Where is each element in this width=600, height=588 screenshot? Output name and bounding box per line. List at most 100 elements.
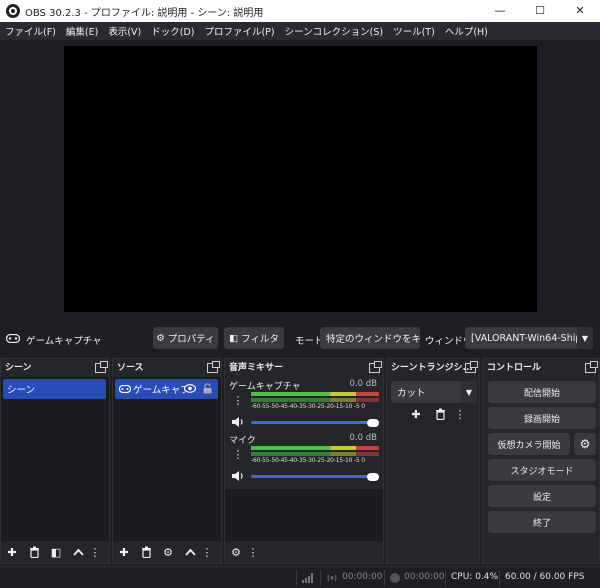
menu-view[interactable]: 表示(V) bbox=[103, 24, 146, 38]
start-virtual-camera-button[interactable]: 仮想カメラ開始 bbox=[488, 433, 570, 455]
menu-file[interactable]: ファイル(F) bbox=[0, 24, 61, 38]
transition-more-button[interactable]: ⋮ bbox=[455, 405, 466, 423]
recording-status-icon bbox=[390, 573, 400, 583]
menu-profile[interactable]: プロファイル(P) bbox=[199, 24, 279, 38]
add-source-button[interactable]: ✚ bbox=[115, 543, 133, 561]
gamepad-icon bbox=[6, 334, 20, 343]
preview-canvas[interactable] bbox=[64, 46, 537, 312]
window-title: OBS 30.2.3 - プロファイル: 説明用 - シーン: 説明用 bbox=[25, 8, 264, 19]
sources-toolbar: ✚ ⚙ ⋮ bbox=[113, 541, 221, 563]
close-button[interactable]: ✕ bbox=[560, 0, 600, 22]
settings-button[interactable]: 設定 bbox=[488, 485, 596, 507]
remove-scene-button[interactable] bbox=[25, 543, 43, 561]
menu-edit[interactable]: 編集(E) bbox=[61, 24, 103, 38]
scene-list: シーン bbox=[1, 377, 109, 541]
popout-icon[interactable] bbox=[369, 361, 382, 373]
window-select[interactable]: [VALORANT-Win64-Ship ▼ bbox=[465, 327, 593, 349]
sources-dock: ソース ゲームキャプチャ ✚ ⚙ ⋮ bbox=[112, 358, 222, 564]
gamepad-icon bbox=[119, 385, 131, 393]
scene-transitions-dock: シーントランジシ... カット ▼ ✚ ⋮ bbox=[386, 358, 480, 564]
menu-scene-collection[interactable]: シーンコレクション(S) bbox=[280, 24, 388, 38]
volume-slider-track[interactable] bbox=[251, 475, 377, 478]
virtual-camera-settings-button[interactable]: ⚙ bbox=[574, 433, 596, 455]
controls-dock: コントロール 配信開始 録画開始 仮想カメラ開始 ⚙ スタジオモード 設定 終了 bbox=[482, 358, 600, 564]
source-properties-button[interactable]: ⚙ bbox=[159, 543, 177, 561]
source-more-button[interactable]: ⋮ bbox=[202, 543, 213, 561]
add-scene-button[interactable]: ✚ bbox=[3, 543, 21, 561]
minimize-button[interactable]: — bbox=[480, 0, 520, 22]
mixer-channel-db: 0.0 dB bbox=[349, 379, 377, 389]
cpu-usage: CPU: 0.4% bbox=[451, 572, 499, 582]
popout-icon[interactable] bbox=[465, 361, 478, 373]
add-transition-button[interactable]: ✚ bbox=[407, 405, 425, 423]
chevron-down-icon: ▼ bbox=[577, 327, 593, 349]
remove-transition-button[interactable] bbox=[431, 405, 449, 423]
trash-icon bbox=[29, 546, 39, 558]
scenes-toolbar: ✚ ◧ ⋮ bbox=[1, 541, 109, 563]
obs-window: OBS 30.2.3 - プロファイル: 説明用 - シーン: 説明用 — ☐ … bbox=[0, 0, 600, 588]
source-item-label: ゲームキャプチャ bbox=[133, 385, 185, 396]
more-vertical-icon[interactable]: ⋮ bbox=[231, 393, 245, 407]
fps-readout: 60.00 / 60.00 FPS bbox=[505, 572, 585, 582]
volume-slider-track[interactable] bbox=[251, 421, 377, 424]
mixer-channel: マイク 0.0 dB ⋮ -60-55-50-45-40-35-30-25-20… bbox=[227, 433, 381, 487]
remove-source-button[interactable] bbox=[137, 543, 155, 561]
filter-icon: ◧ bbox=[50, 545, 62, 559]
transitions-header: シーントランジシ... bbox=[387, 359, 479, 377]
properties-button[interactable]: ⚙ プロパティ bbox=[153, 327, 218, 349]
audio-mixer-dock: 音声ミキサー ゲームキャプチャ 0.0 dB ⋮ -60-55-50-45-40… bbox=[224, 358, 384, 564]
move-scene-up-button[interactable] bbox=[69, 543, 87, 561]
menu-bar: ファイル(F) 編集(E) 表示(V) ドック(D) プロファイル(P) シーン… bbox=[0, 22, 600, 40]
mixer-more-button[interactable]: ⋮ bbox=[247, 543, 259, 561]
move-source-up-button[interactable] bbox=[181, 543, 199, 561]
status-bar: 00:00:00 00:00:00 CPU: 0.4% 60.00 / 60.0… bbox=[0, 566, 600, 588]
filters-button[interactable]: ◧ フィルタ bbox=[224, 327, 284, 349]
speaker-icon[interactable] bbox=[231, 416, 245, 428]
advanced-audio-button[interactable]: ⚙ bbox=[227, 543, 245, 561]
popout-icon[interactable] bbox=[95, 361, 108, 373]
popout-icon[interactable] bbox=[585, 361, 598, 373]
scene-filters-button[interactable]: ◧ bbox=[47, 543, 65, 561]
title-bar: OBS 30.2.3 - プロファイル: 説明用 - シーン: 説明用 — ☐ … bbox=[0, 0, 600, 22]
volume-meter bbox=[251, 446, 379, 450]
studio-mode-button[interactable]: スタジオモード bbox=[488, 459, 596, 481]
maximize-button[interactable]: ☐ bbox=[520, 0, 560, 22]
mixer-channel-db: 0.0 dB bbox=[349, 433, 377, 443]
lock-icon[interactable] bbox=[203, 383, 212, 394]
scene-item[interactable]: シーン bbox=[3, 379, 106, 399]
start-streaming-button[interactable]: 配信開始 bbox=[488, 381, 596, 403]
transition-select[interactable]: カット ▼ bbox=[391, 381, 477, 403]
chevron-up-icon bbox=[72, 548, 84, 556]
volume-meter bbox=[251, 398, 379, 402]
more-vertical-icon[interactable]: ⋮ bbox=[231, 447, 245, 461]
menu-docks[interactable]: ドック(D) bbox=[146, 24, 199, 38]
status-divider bbox=[384, 570, 385, 586]
streaming-status-icon bbox=[327, 574, 337, 582]
stream-time: 00:00:00 bbox=[342, 572, 383, 582]
menu-tools[interactable]: ツール(T) bbox=[388, 24, 440, 38]
volume-slider-handle[interactable] bbox=[367, 418, 379, 427]
meter-ticks: -60-55-50-45-40-35-30-25-20-15-10 -5 0 bbox=[251, 457, 365, 464]
volume-slider-handle[interactable] bbox=[367, 472, 379, 481]
plus-icon: ✚ bbox=[411, 407, 421, 421]
chevron-up-icon bbox=[184, 548, 196, 556]
controls-body: 配信開始 録画開始 仮想カメラ開始 ⚙ スタジオモード 設定 終了 bbox=[483, 377, 599, 563]
mixer-channel-name: ゲームキャプチャ bbox=[229, 382, 301, 392]
status-divider bbox=[445, 570, 446, 586]
more-vertical-icon: ⋮ bbox=[247, 545, 259, 559]
mixer-channels: ゲームキャプチャ 0.0 dB ⋮ -60-55-50-45-40-35-30-… bbox=[225, 377, 383, 541]
start-recording-button[interactable]: 録画開始 bbox=[488, 407, 596, 429]
exit-button[interactable]: 終了 bbox=[488, 511, 596, 533]
source-list: ゲームキャプチャ bbox=[113, 377, 221, 541]
eye-icon[interactable] bbox=[184, 384, 196, 393]
mode-select[interactable]: 特定のウィンドウをキ bbox=[320, 327, 420, 349]
popout-icon[interactable] bbox=[207, 361, 220, 373]
status-divider bbox=[499, 570, 500, 586]
filter-icon: ◧ bbox=[229, 332, 239, 344]
scene-more-button[interactable]: ⋮ bbox=[90, 543, 101, 561]
gear-icon: ⚙ bbox=[163, 545, 173, 559]
menu-help[interactable]: ヘルプ(H) bbox=[440, 24, 493, 38]
speaker-icon[interactable] bbox=[231, 470, 245, 482]
plus-icon: ✚ bbox=[7, 545, 17, 559]
source-item[interactable]: ゲームキャプチャ bbox=[115, 379, 218, 399]
